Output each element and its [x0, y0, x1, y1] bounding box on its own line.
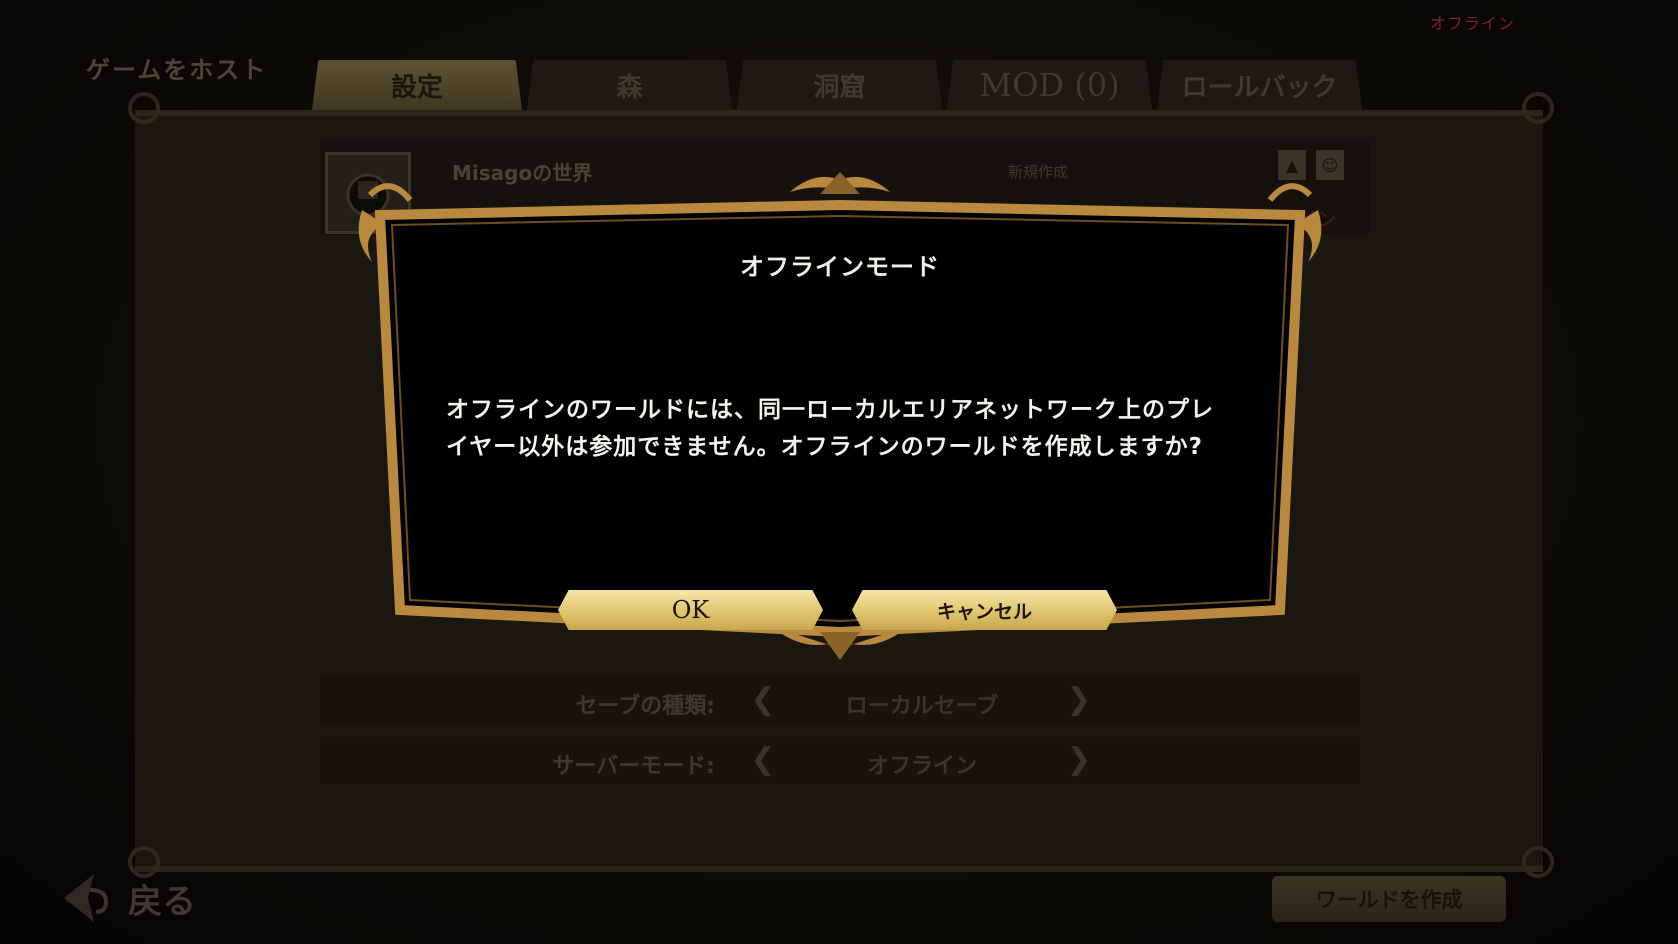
- tab-forest[interactable]: 森: [527, 60, 732, 110]
- save-type-next-arrow[interactable]: ❯: [1064, 682, 1094, 717]
- server-mode-next-arrow[interactable]: ❯: [1064, 742, 1094, 777]
- tab-caves[interactable]: 洞窟: [737, 60, 942, 110]
- dialog-title: オフラインモード: [740, 253, 940, 281]
- ok-button[interactable]: OK: [558, 590, 823, 630]
- cancel-button[interactable]: キャンセル: [852, 590, 1117, 630]
- panel-ornament: [1522, 92, 1554, 124]
- save-type-label: セーブの種類:: [575, 694, 715, 719]
- connection-status: オフライン: [1430, 14, 1516, 33]
- tab-mods[interactable]: MOD (0): [947, 60, 1152, 110]
- server-mode-label: サーバーモード:: [552, 754, 715, 779]
- back-arrow-icon: [64, 874, 109, 922]
- tab-settings[interactable]: 設定: [312, 60, 522, 110]
- server-mode-value: オフライン: [866, 754, 977, 779]
- create-world-button[interactable]: ワールドを作成: [1272, 876, 1506, 922]
- tab-rollback[interactable]: ロールバック: [1157, 60, 1362, 110]
- panel-ornament: [1522, 846, 1554, 878]
- screen-title: ゲームをホスト: [86, 56, 268, 84]
- back-button[interactable]: 戻る: [60, 868, 196, 928]
- dialog-message: オフラインのワールドには、同一ローカルエリアネットワーク上のプレイヤー以外は参加…: [446, 397, 1214, 460]
- panel-ornament: [128, 92, 160, 124]
- back-label: 戻る: [128, 881, 196, 922]
- save-type-value: ローカルセーブ: [845, 694, 999, 719]
